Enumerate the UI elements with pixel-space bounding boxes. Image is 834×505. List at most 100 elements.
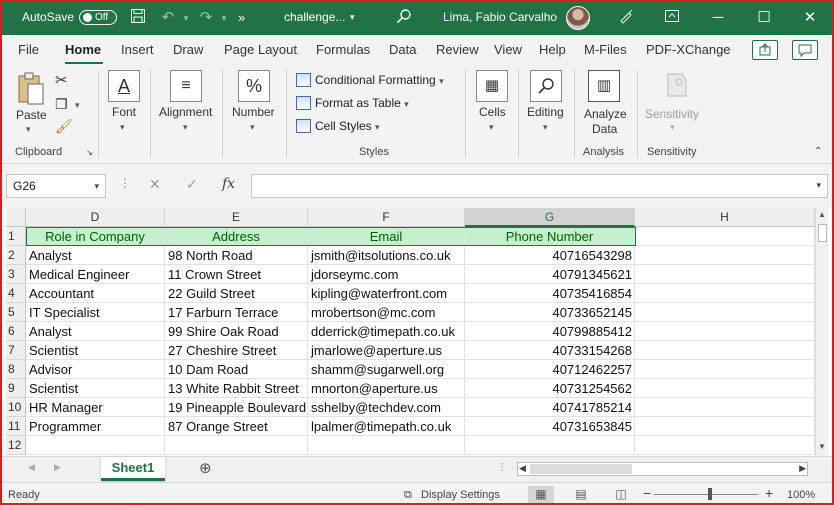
name-box-dropdown-icon[interactable]: ▾ xyxy=(94,175,99,197)
column-header-e[interactable]: E xyxy=(165,208,308,227)
table-cell[interactable]: lpalmer@timepath.co.uk xyxy=(308,417,465,436)
table-cell[interactable]: 40716543298 xyxy=(465,246,635,265)
sensitivity-dropdown-icon[interactable]: ▾ xyxy=(670,122,675,133)
name-box[interactable]: G26 ▾ xyxy=(6,174,106,198)
table-cell[interactable]: 40741785214 xyxy=(465,398,635,417)
analyze-label[interactable]: Analyze xyxy=(584,107,627,121)
tab-splitter-icon[interactable]: ⋮ xyxy=(497,462,507,473)
table-cell[interactable]: mrobertson@mc.com xyxy=(308,303,465,322)
vertical-scroll-thumb[interactable] xyxy=(818,224,827,242)
empty-cell[interactable] xyxy=(465,436,635,455)
table-cell[interactable]: mnorton@aperture.us xyxy=(308,379,465,398)
pen-icon[interactable] xyxy=(616,8,636,28)
row-header-7[interactable]: 7 xyxy=(6,341,26,360)
table-cell[interactable]: 13 White Rabbit Street xyxy=(165,379,308,398)
scroll-down-icon[interactable]: ▼ xyxy=(818,442,826,451)
empty-cell[interactable] xyxy=(635,436,815,455)
comments-button[interactable] xyxy=(792,40,818,60)
table-cell[interactable]: 40799885412 xyxy=(465,322,635,341)
table-cell[interactable]: Analyst xyxy=(26,322,165,341)
row-header-2[interactable]: 2 xyxy=(6,246,26,265)
table-cell[interactable]: Advisor xyxy=(26,360,165,379)
sensitivity-label[interactable]: Sensitivity xyxy=(645,107,699,121)
font-icon[interactable]: A xyxy=(108,70,140,102)
page-break-view-icon[interactable]: ◫ xyxy=(608,486,634,503)
table-cell[interactable]: jsmith@itsolutions.co.uk xyxy=(308,246,465,265)
file-name-dropdown-icon[interactable]: ▾ xyxy=(350,0,355,35)
vertical-scrollbar[interactable]: ▲ ▼ xyxy=(815,208,828,456)
paste-label[interactable]: Paste xyxy=(16,108,47,122)
table-cell[interactable]: 17 Farburn Terrace xyxy=(165,303,308,322)
row-header-12[interactable]: 12 xyxy=(6,436,26,455)
tab-formulas[interactable]: Formulas xyxy=(316,42,370,58)
row-header-6[interactable]: 6 xyxy=(6,322,26,341)
empty-cell[interactable] xyxy=(635,360,815,379)
table-cell[interactable]: sshelby@techdev.com xyxy=(308,398,465,417)
user-avatar[interactable] xyxy=(566,6,590,30)
table-cell[interactable]: jmarlowe@aperture.us xyxy=(308,341,465,360)
copy-dropdown-icon[interactable]: ▾ xyxy=(75,100,80,111)
tab-view[interactable]: View xyxy=(494,42,522,58)
table-header-cell[interactable]: Address xyxy=(165,227,308,246)
table-cell[interactable]: 40712462257 xyxy=(465,360,635,379)
save-icon[interactable] xyxy=(128,8,148,28)
tab-help[interactable]: Help xyxy=(539,42,566,58)
empty-cell[interactable] xyxy=(635,227,815,246)
table-cell[interactable]: Scientist xyxy=(26,379,165,398)
table-cell[interactable]: 27 Cheshire Street xyxy=(165,341,308,360)
redo-dropdown-icon[interactable]: ▾ xyxy=(214,8,234,28)
table-cell[interactable]: Medical Engineer xyxy=(26,265,165,284)
table-cell[interactable]: 10 Dam Road xyxy=(165,360,308,379)
row-header-4[interactable]: 4 xyxy=(6,284,26,303)
table-cell[interactable]: Scientist xyxy=(26,341,165,360)
enter-icon[interactable]: ✓ xyxy=(186,176,198,193)
worksheet-grid[interactable]: ▲ ▼ D E F G H 1 Role in Company Address Email Pho… xyxy=(0,208,834,456)
tab-data[interactable]: Data xyxy=(389,42,416,58)
table-cell[interactable]: kipling@waterfront.com xyxy=(308,284,465,303)
normal-view-icon[interactable]: ▦ xyxy=(528,486,554,503)
number-label[interactable]: Number xyxy=(232,105,275,119)
empty-cell[interactable] xyxy=(635,398,815,417)
sensitivity-icon[interactable] xyxy=(660,70,690,102)
editing-dropdown-icon[interactable]: ▾ xyxy=(543,122,548,133)
alignment-dropdown-icon[interactable]: ▾ xyxy=(183,122,188,133)
autosave-toggle[interactable]: Off xyxy=(79,10,117,25)
empty-cell[interactable] xyxy=(635,322,815,341)
editing-label[interactable]: Editing xyxy=(527,105,564,119)
tab-home[interactable]: Home xyxy=(65,42,101,58)
empty-cell[interactable] xyxy=(635,246,815,265)
analyze-data-label[interactable]: Data xyxy=(592,122,617,136)
table-cell[interactable]: 40735416854 xyxy=(465,284,635,303)
sheet-tab[interactable]: Sheet1 xyxy=(101,457,165,481)
add-sheet-icon[interactable]: ⊕ xyxy=(199,459,212,477)
redo-icon[interactable]: ↷ xyxy=(196,8,216,28)
table-cell[interactable]: shamm@sugarwell.org xyxy=(308,360,465,379)
font-label[interactable]: Font xyxy=(112,105,136,119)
editing-search-icon[interactable] xyxy=(530,70,562,102)
empty-cell[interactable] xyxy=(635,379,815,398)
cell-styles-button[interactable]: Cell Styles ▾ xyxy=(296,118,380,135)
table-cell[interactable]: 22 Guild Street xyxy=(165,284,308,303)
empty-cell[interactable] xyxy=(165,436,308,455)
alignment-label[interactable]: Alignment xyxy=(159,105,212,119)
insert-function-icon[interactable]: fx xyxy=(222,176,235,192)
empty-cell[interactable] xyxy=(635,303,815,322)
row-header-8[interactable]: 8 xyxy=(6,360,26,379)
table-cell[interactable]: jdorseymc.com xyxy=(308,265,465,284)
scroll-right-icon[interactable]: ▶ xyxy=(799,463,806,474)
undo-icon[interactable]: ↶ xyxy=(158,8,178,28)
zoom-slider[interactable] xyxy=(654,494,758,495)
table-cell[interactable]: Accountant xyxy=(26,284,165,303)
search-icon[interactable] xyxy=(394,8,414,28)
column-header-h[interactable]: H xyxy=(635,208,815,227)
column-header-f[interactable]: F xyxy=(308,208,465,227)
next-sheet-icon[interactable]: ▶ xyxy=(54,462,61,473)
table-cell[interactable]: 11 Crown Street xyxy=(165,265,308,284)
cells-label[interactable]: Cells xyxy=(479,105,506,119)
analyze-data-icon[interactable]: ▥ xyxy=(588,70,620,102)
row-header-9[interactable]: 9 xyxy=(6,379,26,398)
tab-file[interactable]: File xyxy=(18,42,39,58)
zoom-out-icon[interactable]: − xyxy=(643,486,651,500)
table-cell[interactable]: 40731254562 xyxy=(465,379,635,398)
zoom-slider-thumb[interactable] xyxy=(708,488,712,500)
